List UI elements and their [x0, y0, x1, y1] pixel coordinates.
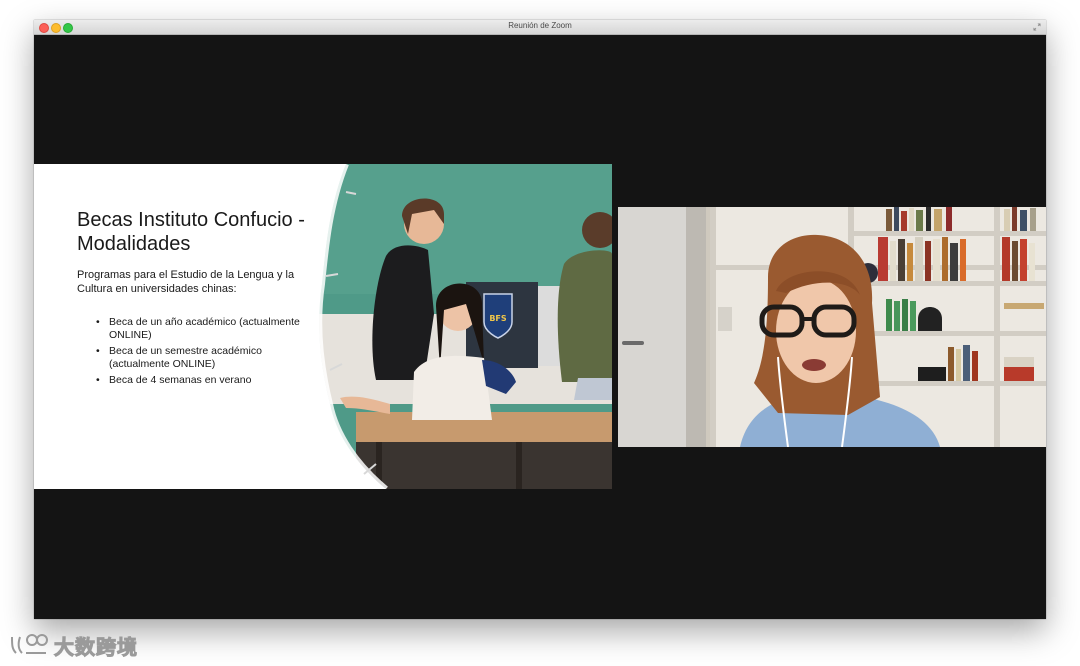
title-bar: Reunión de Zoom — [34, 20, 1046, 35]
list-item: Beca de 4 semanas en verano — [96, 374, 316, 387]
slide-title: Becas Instituto Confucio - Modalidades — [77, 209, 305, 255]
window-title: Reunión de Zoom — [508, 21, 572, 30]
zoom-window: Reunión de Zoom Becas Instituto Confucio… — [34, 20, 1046, 619]
fullscreen-icon[interactable] — [1032, 22, 1042, 32]
list-item: Beca de un semestre académico (actualmen… — [96, 345, 316, 371]
watermark: 大数跨境 — [8, 632, 138, 659]
slide-bullet-list: Beca de un año académico (actualmente ON… — [96, 316, 316, 390]
participant-video — [618, 207, 1046, 447]
list-item: Beca de un año académico (actualmente ON… — [96, 316, 316, 342]
watermark-text: 大数跨境 — [54, 634, 138, 659]
photo-logo-text: BFS — [489, 314, 507, 323]
slide-photo-students: BFS — [316, 164, 612, 489]
shared-screen-slide: Becas Instituto Confucio - Modalidades P… — [34, 164, 612, 489]
slide-intro: Programas para el Estudio de la Lengua y… — [77, 269, 295, 295]
watermark-logo-icon — [11, 634, 48, 654]
